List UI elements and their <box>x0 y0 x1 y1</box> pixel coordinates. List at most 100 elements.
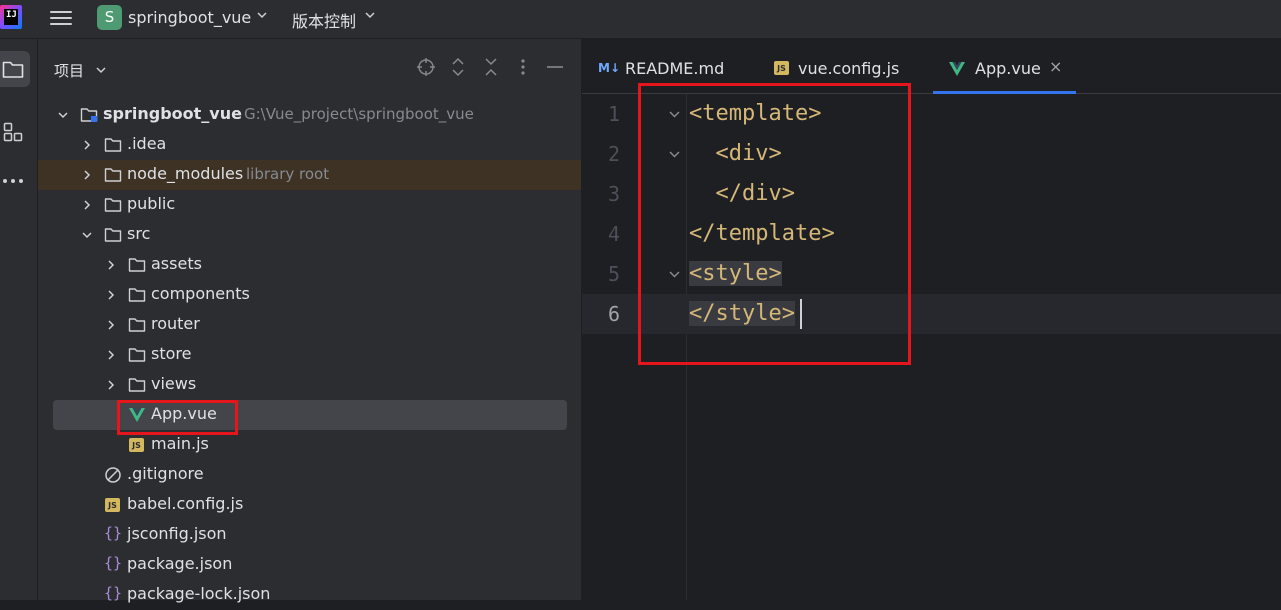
project-name-dropdown[interactable]: springboot_vue <box>128 8 251 27</box>
code-line[interactable]: 2 <div> <box>582 134 1281 174</box>
line-number: 5 <box>607 262 620 286</box>
line-number: 4 <box>607 222 620 246</box>
tree-item-jsconfig[interactable]: {} jsconfig.json <box>38 520 581 550</box>
tree-item-label: package-lock.json <box>127 584 271 603</box>
chevron-right-icon[interactable] <box>105 379 117 391</box>
chevron-right-icon[interactable] <box>105 259 117 271</box>
markdown-icon: M↓ <box>598 61 620 75</box>
chevron-down-icon[interactable] <box>257 10 267 20</box>
tree-item-label: components <box>151 284 250 303</box>
tree-item-gitignore[interactable]: .gitignore <box>38 460 581 490</box>
tree-item-label: store <box>151 344 192 363</box>
tab-vue-config[interactable]: JS vue.config.js <box>762 39 912 93</box>
line-number: 1 <box>607 102 620 126</box>
structure-tool-button[interactable] <box>0 115 30 151</box>
text-caret <box>800 299 802 329</box>
fold-icon[interactable] <box>668 148 681 161</box>
chevron-right-icon[interactable] <box>105 319 117 331</box>
chevron-right-icon[interactable] <box>105 289 117 301</box>
tree-item-label: .gitignore <box>127 464 204 483</box>
tree-item-label: assets <box>151 254 202 273</box>
js-icon: JS <box>129 438 144 452</box>
vcs-dropdown[interactable]: 版本控制 <box>292 8 356 32</box>
fold-icon[interactable] <box>668 108 681 121</box>
tree-item-public[interactable]: public <box>38 190 581 220</box>
chevron-right-icon[interactable] <box>81 169 93 181</box>
folder-icon <box>2 61 24 78</box>
line-number: 2 <box>607 142 620 166</box>
tree-item-views[interactable]: views <box>38 370 581 400</box>
chevron-right-icon[interactable] <box>81 139 93 151</box>
folder-icon <box>128 378 146 392</box>
collapse-all-icon[interactable] <box>481 57 501 77</box>
expand-all-icon[interactable] <box>448 57 468 77</box>
tree-item-hint: library root <box>246 165 330 183</box>
chevron-right-icon[interactable] <box>105 349 117 361</box>
folder-icon <box>128 348 146 362</box>
json-icon: {} <box>104 584 123 602</box>
main-menu-icon[interactable] <box>50 8 72 28</box>
editor-tabs: M↓ README.md JS vue.config.js App.vue × <box>582 39 1281 94</box>
folder-icon <box>128 318 146 332</box>
tree-item-assets[interactable]: assets <box>38 250 581 280</box>
tree-item-label: main.js <box>151 434 209 453</box>
more-icon <box>3 179 23 183</box>
project-badge[interactable]: S <box>97 5 122 30</box>
ignore-icon <box>105 467 121 483</box>
hide-icon[interactable] <box>545 57 565 77</box>
tree-item-src[interactable]: src <box>38 220 581 250</box>
tab-readme[interactable]: M↓ README.md <box>582 39 742 93</box>
fold-icon[interactable] <box>668 268 681 281</box>
code-text: <template> <box>689 101 822 126</box>
tree-item-label: jsconfig.json <box>127 524 227 543</box>
structure-icon <box>3 122 23 142</box>
more-tools-button[interactable] <box>0 163 30 199</box>
code-line[interactable]: 5 <style> <box>582 254 1281 294</box>
title-bar: IJ S springboot_vue 版本控制 <box>0 0 1281 39</box>
tab-app-vue[interactable]: App.vue × <box>933 39 1076 94</box>
tree-item-path-hint: G:\Vue_project\springboot_vue <box>244 105 474 123</box>
code-line-current[interactable]: 6 </style> <box>582 294 1281 334</box>
code-text: </div> <box>689 181 795 206</box>
project-view-selector[interactable]: 项目 <box>54 60 84 81</box>
tree-item-app-vue[interactable]: App.vue <box>53 400 567 430</box>
tree-item-package-json[interactable]: {} package.json <box>38 550 581 580</box>
tree-item-package-lock[interactable]: {} package-lock.json <box>38 580 581 610</box>
vue-icon <box>129 408 145 422</box>
js-icon: JS <box>105 498 120 512</box>
chevron-down-icon[interactable] <box>81 229 93 241</box>
project-tool-button[interactable] <box>0 51 30 87</box>
tree-item-main-js[interactable]: JS main.js <box>38 430 581 460</box>
tree-item-babel-config[interactable]: JS babel.config.js <box>38 490 581 520</box>
intellij-logo-icon[interactable]: IJ <box>0 5 22 29</box>
tree-item-label: App.vue <box>151 404 217 423</box>
close-icon[interactable]: × <box>1049 57 1062 76</box>
tree-item-router[interactable]: router <box>38 310 581 340</box>
chevron-down-icon[interactable] <box>365 10 375 20</box>
tree-item-idea[interactable]: .idea <box>38 130 581 160</box>
chevron-down-icon[interactable] <box>57 109 69 121</box>
editor-area: M↓ README.md JS vue.config.js App.vue × … <box>582 39 1281 600</box>
folder-icon <box>128 258 146 272</box>
options-icon[interactable] <box>513 57 533 77</box>
tree-item-node-modules[interactable]: node_modules library root <box>38 160 581 190</box>
tab-label: App.vue <box>975 59 1041 78</box>
tab-label: vue.config.js <box>798 59 900 78</box>
folder-icon <box>104 228 122 242</box>
tab-label: README.md <box>625 59 725 78</box>
code-line[interactable]: 4 </template> <box>582 214 1281 254</box>
code-line[interactable]: 3 </div> <box>582 174 1281 214</box>
tree-item-store[interactable]: store <box>38 340 581 370</box>
chevron-right-icon[interactable] <box>81 199 93 211</box>
folder-icon <box>104 138 122 152</box>
tree-item-springboot-vue[interactable]: springboot_vue G:\Vue_project\springboot… <box>38 100 581 130</box>
code-line[interactable]: 1 <template> <box>582 94 1281 134</box>
json-icon: {} <box>104 554 123 572</box>
folder-icon <box>104 168 122 182</box>
code-text-matched-tag: </style> <box>689 301 795 326</box>
tree-item-components[interactable]: components <box>38 280 581 310</box>
tree-item-label: node_modules <box>127 164 244 183</box>
chevron-down-icon[interactable] <box>96 65 106 75</box>
locate-icon[interactable] <box>416 57 436 77</box>
js-icon: JS <box>774 61 789 75</box>
